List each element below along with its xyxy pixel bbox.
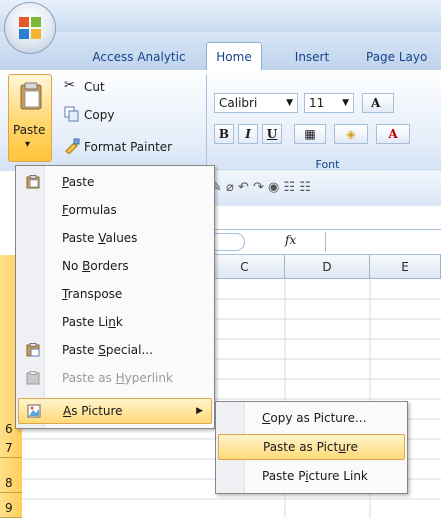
menu-item-formulas[interactable]: Formulas <box>18 196 212 224</box>
menu-item-paste-as-hyperlink: Paste as Hyperlink <box>18 364 212 392</box>
underline-button[interactable]: U <box>262 124 282 144</box>
column-header-e[interactable]: E <box>370 255 441 279</box>
menu-access-key: P <box>62 175 69 189</box>
paste-button[interactable]: Paste ▾ <box>8 74 52 162</box>
bold-button[interactable]: B <box>214 124 234 144</box>
menu-label-post: k <box>115 315 123 329</box>
copy-button[interactable]: Copy <box>62 104 152 124</box>
menu-label-post: ranspose <box>67 287 123 301</box>
menu-label-post: orders <box>90 259 129 273</box>
menu-label-pre: Paste as <box>62 371 116 385</box>
menu-access-key: A <box>63 404 72 418</box>
picture-icon <box>27 404 41 418</box>
border-icon: ▦ <box>304 127 316 141</box>
copy-icon <box>64 106 79 122</box>
format-painter-label: Format Painter <box>84 140 173 154</box>
italic-button[interactable]: I <box>238 124 258 144</box>
underline-label: U <box>266 127 278 141</box>
menu-access-key: u <box>338 440 346 454</box>
bold-label: B <box>218 127 230 141</box>
paste-hyperlink-icon <box>26 371 40 385</box>
menu-access-key: H <box>115 371 125 385</box>
clipboard-icon <box>26 175 40 189</box>
submenu-item-paste-picture-link[interactable]: Paste Picture Link <box>218 462 405 490</box>
tab-home[interactable]: Home <box>206 42 262 72</box>
grow-font-button[interactable]: A <box>362 93 394 113</box>
menu-label-pre: No <box>62 259 83 273</box>
menu-label-post: re <box>345 440 358 454</box>
menu-item-paste-special[interactable]: Paste Special... <box>18 336 212 364</box>
menu-label-post: alues <box>105 231 138 245</box>
paste-menu: Paste Formulas Paste Values No Borders T… <box>15 165 215 429</box>
formula-bar: fx <box>205 229 441 255</box>
row-header-9[interactable]: 9 <box>0 498 22 518</box>
font-size-combo[interactable]: 11 ▼ <box>304 93 354 113</box>
as-picture-submenu: Copy as Picture... Paste as Picture Past… <box>215 401 408 494</box>
copy-label: Copy <box>84 108 115 122</box>
menu-label-pre: Paste as Pict <box>263 440 339 454</box>
font-size-value: 11 <box>309 96 325 110</box>
menu-label-post: s Picture <box>71 404 123 418</box>
submenu-arrow-icon: ▶ <box>196 406 203 416</box>
menu-label-pre: Paste Li <box>62 315 109 329</box>
row-header-8[interactable]: 8 <box>0 473 22 493</box>
menu-item-paste-link[interactable]: Paste Link <box>18 308 212 336</box>
tab-page-layout[interactable]: Page Layo <box>366 44 441 70</box>
column-header-d[interactable]: D <box>285 255 370 279</box>
menu-label-post: yperlink <box>124 371 173 385</box>
menu-item-as-picture[interactable]: As Picture ▶ <box>18 398 212 424</box>
menu-item-paste[interactable]: Paste <box>18 168 212 196</box>
cut-label: Cut <box>84 80 105 94</box>
quick-access-icon[interactable]: ✎ ⌀ ↶ ↷ ◉ ☷ ☷ <box>211 180 311 195</box>
chevron-down-icon: ▼ <box>342 98 349 108</box>
paste-dropdown-arrow: ▾ <box>25 139 31 150</box>
ribbon-tab-row: Access Analytic Home Insert Page Layo <box>0 32 441 72</box>
borders-button[interactable]: ▦ <box>294 124 326 144</box>
row-header-7[interactable]: 7 <box>0 438 22 458</box>
cut-button[interactable]: ✂ Cut <box>62 78 152 98</box>
ribbon-separator <box>206 74 207 170</box>
font-group-label: Font <box>315 158 340 171</box>
paste-special-icon <box>26 343 40 357</box>
brush-icon <box>65 138 80 154</box>
font-name-value: Calibri <box>219 96 258 110</box>
fill-color-button[interactable]: ◈ <box>334 124 368 144</box>
menu-label-post: cture Link <box>308 469 368 483</box>
italic-label: I <box>245 127 251 141</box>
menu-label-post: pecial... <box>105 343 153 357</box>
paint-bucket-icon: ◈ <box>346 127 356 141</box>
font-name-combo[interactable]: Calibri ▼ <box>214 93 298 113</box>
submenu-item-copy-as-picture[interactable]: Copy as Picture... <box>218 404 405 432</box>
column-header-c[interactable]: C <box>205 255 285 279</box>
menu-label-post: ormulas <box>68 203 117 217</box>
menu-access-key: n <box>108 315 116 329</box>
office-button[interactable] <box>4 2 56 54</box>
title-bar <box>0 0 441 32</box>
menu-item-paste-values[interactable]: Paste Values <box>18 224 212 252</box>
menu-label-post: aste <box>68 175 95 189</box>
menu-access-key: S <box>98 343 106 357</box>
tab-insert[interactable]: Insert <box>282 44 342 70</box>
menu-item-no-borders[interactable]: No Borders <box>18 252 212 280</box>
menu-item-transpose[interactable]: Transpose <box>18 280 212 308</box>
fx-label[interactable]: fx <box>285 233 296 247</box>
paste-label: Paste <box>13 123 46 137</box>
grow-font-label: A <box>371 96 381 110</box>
submenu-item-paste-as-picture[interactable]: Paste as Picture <box>218 434 405 460</box>
scissors-icon: ✂ <box>64 78 75 93</box>
menu-label-pre: Paste <box>62 231 99 245</box>
menu-label-post: opy as Picture... <box>270 411 367 425</box>
menu-access-key: V <box>98 231 106 245</box>
tab-access-analytic[interactable]: Access Analytic <box>80 44 198 70</box>
chevron-down-icon: ▼ <box>286 98 293 108</box>
menu-label-pre: Paste <box>62 343 99 357</box>
quick-access-toolbar: ✎ ⌀ ↶ ↷ ◉ ☷ ☷ <box>205 172 441 206</box>
clipboard-icon <box>20 82 42 110</box>
menu-label-pre: Paste P <box>262 469 306 483</box>
font-color-button[interactable]: A <box>376 124 410 144</box>
font-color-label: A <box>388 127 398 141</box>
formula-input[interactable] <box>325 232 441 252</box>
office-logo-icon <box>19 17 41 39</box>
format-painter-button[interactable]: Format Painter <box>62 136 202 156</box>
